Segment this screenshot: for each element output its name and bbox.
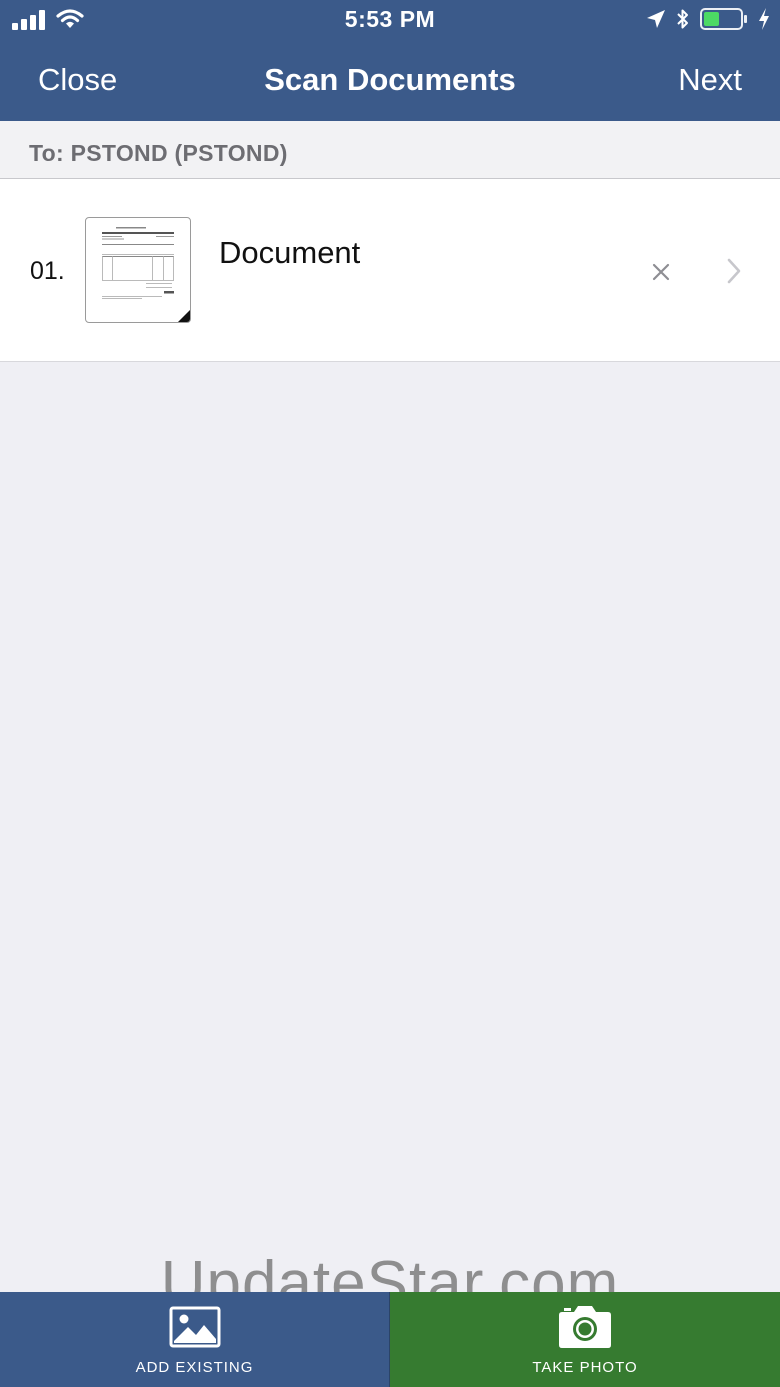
recipient-label: To: PSTOND (PSTOND): [29, 140, 288, 166]
status-bar: 5:53 PM: [0, 0, 780, 40]
add-existing-label: ADD EXISTING: [135, 1359, 254, 1376]
nav-bar: Close Scan Documents Next: [0, 40, 780, 121]
document-index: 01.: [30, 257, 65, 285]
battery-icon: [700, 8, 748, 35]
top-bar: 5:53 PM Close Scan Documents Next: [0, 0, 780, 121]
camera-icon: [558, 1306, 612, 1353]
document-row[interactable]: 01. Document: [0, 179, 780, 362]
next-button[interactable]: Next: [678, 62, 742, 98]
bluetooth-icon: [676, 8, 690, 35]
chevron-right-icon[interactable]: [724, 257, 744, 285]
document-name[interactable]: Document: [219, 235, 360, 271]
take-photo-label: TAKE PHOTO: [532, 1359, 638, 1376]
page-title: Scan Documents: [264, 62, 516, 97]
image-icon: [169, 1306, 221, 1353]
recipient-header: To: PSTOND (PSTOND): [0, 121, 780, 179]
charging-bolt-icon: [758, 8, 770, 35]
status-right-icons: [646, 8, 770, 35]
location-arrow-icon: [646, 9, 666, 34]
close-icon[interactable]: [648, 259, 674, 285]
take-photo-button[interactable]: TAKE PHOTO: [390, 1292, 780, 1387]
add-existing-button[interactable]: ADD EXISTING: [0, 1292, 390, 1387]
bottom-toolbar: ADD EXISTING TAKE PHOTO: [0, 1292, 780, 1387]
document-thumbnail[interactable]: [85, 217, 191, 323]
